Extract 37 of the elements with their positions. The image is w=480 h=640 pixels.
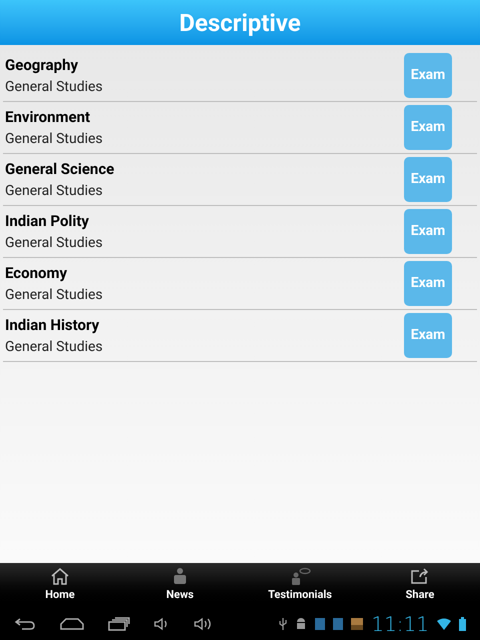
exam-button[interactable]: Exam [404, 261, 452, 306]
subject-title: Geography [5, 54, 80, 76]
recent-apps-icon[interactable] [108, 617, 130, 631]
tab-item[interactable]: Testimonials [240, 563, 360, 608]
tab-item[interactable]: Share [360, 563, 480, 608]
subject-title: Indian History [5, 314, 100, 336]
back-icon[interactable] [14, 617, 36, 631]
home-icon [50, 567, 70, 586]
subject-category: General Studies [5, 130, 103, 148]
notification-icon [315, 618, 326, 630]
battery-icon [459, 617, 466, 631]
person-speech-icon [289, 567, 311, 586]
exam-button[interactable]: Exam [404, 105, 452, 150]
subject-category: General Studies [5, 286, 103, 304]
person-reading-icon [171, 567, 189, 586]
exam-button[interactable]: Exam [404, 53, 452, 98]
exam-button[interactable]: Exam [404, 313, 452, 358]
subject-category: General Studies [5, 338, 103, 356]
wifi-icon [437, 618, 451, 630]
image-icon [351, 618, 364, 630]
usb-icon [279, 617, 288, 631]
subject-title: Economy [5, 262, 68, 284]
subject-category: General Studies [5, 78, 103, 96]
subject-title: Indian Polity [5, 210, 90, 232]
exam-button[interactable]: Exam [404, 157, 452, 202]
tab-item[interactable]: Home [0, 563, 120, 608]
exam-button[interactable]: Exam [404, 209, 452, 254]
tab-item[interactable]: News [120, 563, 240, 608]
notification-icon [333, 618, 344, 630]
share-icon [410, 567, 430, 586]
clock: 11:11 [371, 611, 429, 638]
subject-title: General Science [5, 158, 114, 180]
page-title: Descriptive [179, 8, 301, 38]
subject-category: General Studies [5, 182, 104, 200]
subject-title: Environment [5, 106, 92, 128]
home-icon[interactable] [60, 618, 84, 630]
subject-category: General Studies [5, 234, 103, 252]
